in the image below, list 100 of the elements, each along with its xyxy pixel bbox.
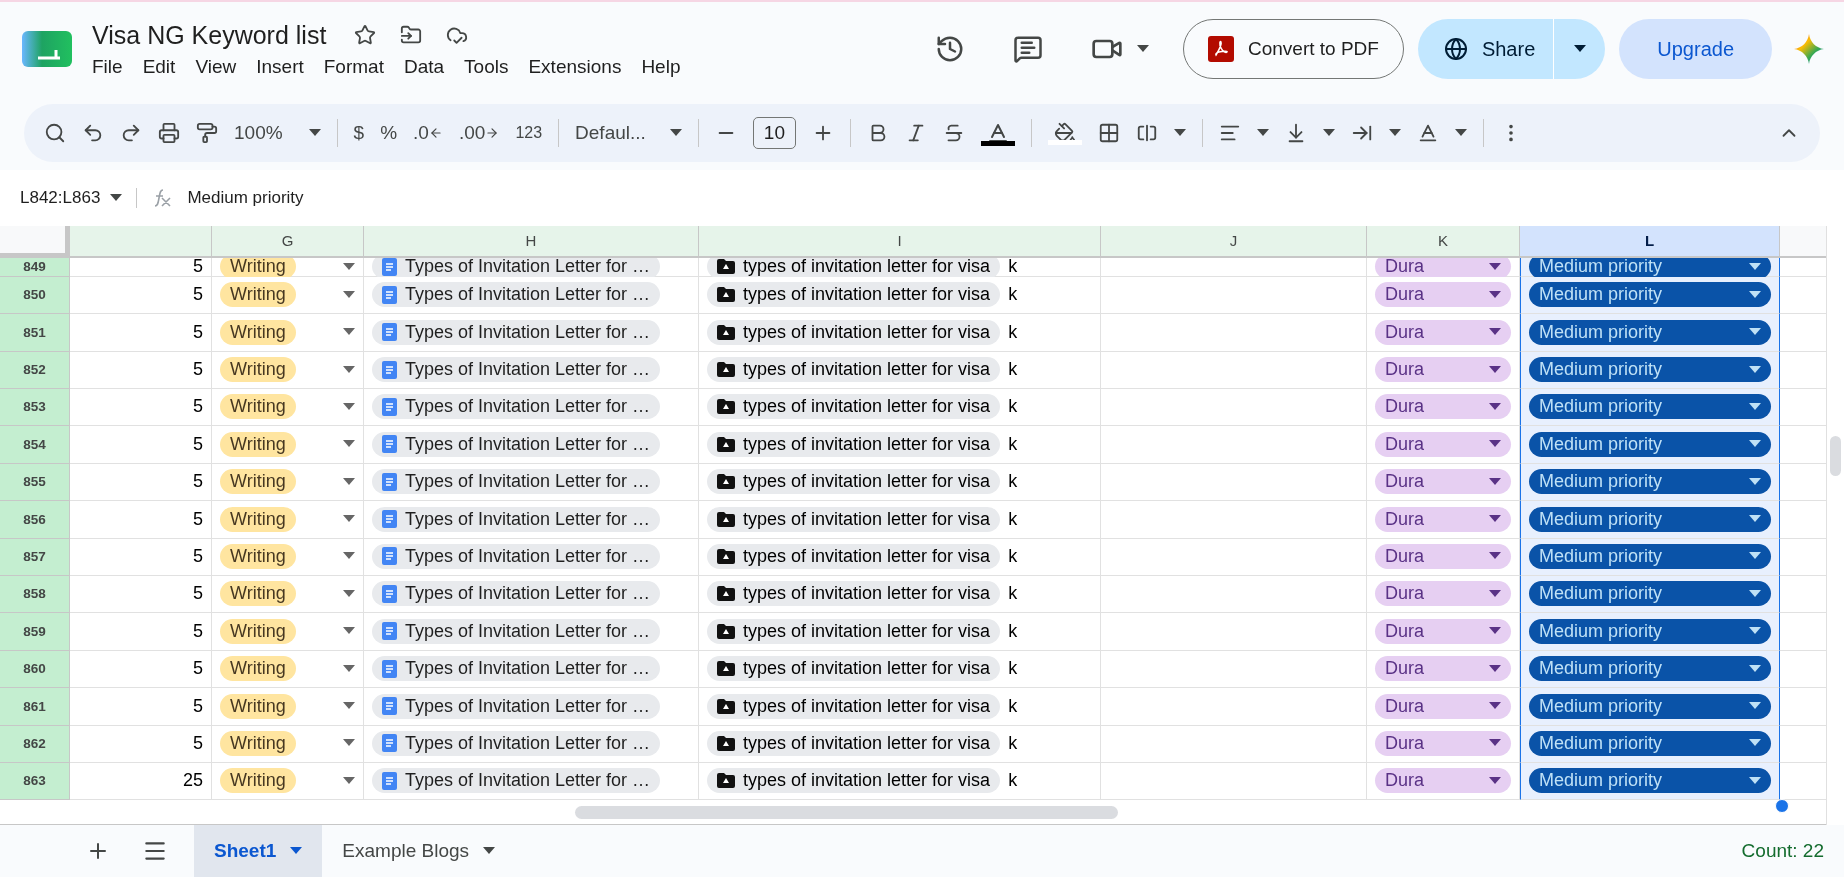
table-cell[interactable]: Dura [1367,426,1520,464]
currency-format[interactable]: $ [353,122,365,144]
menu-item[interactable]: Edit [142,55,176,78]
status-chip[interactable]: Writing [220,394,296,420]
file-chip[interactable]: types of invitation letter for visa [707,319,1001,345]
row-number[interactable]: 858 [0,576,70,614]
table-cell[interactable]: 5 [70,351,212,390]
file-chip[interactable]: types of invitation letter for visa [707,431,1001,457]
file-chip[interactable]: Types of Invitation Letter for … [372,581,661,607]
tag-chip[interactable]: Dura [1375,693,1511,719]
table-cell[interactable]: Writing [212,725,364,763]
table-cell[interactable]: 5 [70,688,212,726]
fill-color-icon[interactable] [1048,121,1082,145]
file-chip[interactable]: Types of Invitation Letter for … [372,618,661,644]
table-cell[interactable]: Dura [1367,763,1520,801]
priority-chip[interactable]: Medium priority [1529,693,1771,719]
status-chip[interactable]: Writing [220,581,296,607]
table-cell[interactable]: Types of Invitation Letter for … [364,426,699,464]
tag-chip[interactable]: Dura [1375,581,1511,607]
table-cell[interactable]: Types of Invitation Letter for … [364,763,699,801]
priority-chip[interactable]: Medium priority [1529,618,1771,644]
row-number[interactable]: 859 [0,613,70,651]
row-number[interactable]: 860 [0,650,70,689]
selected-cell[interactable]: Medium priority [1520,538,1780,577]
tag-chip[interactable]: Dura [1375,282,1511,308]
menu-item[interactable]: Help [641,55,681,78]
selected-cell[interactable]: Medium priority [1520,314,1780,352]
file-chip[interactable]: types of invitation letter for visa [707,618,1001,644]
priority-chip[interactable]: Medium priority [1529,394,1771,420]
table-cell[interactable]: Writing [212,576,364,614]
tag-chip[interactable]: Dura [1375,431,1511,457]
table-cell[interactable]: Writing [212,501,364,539]
row-number[interactable]: 849 [0,258,70,277]
file-chip[interactable]: Types of Invitation Letter for … [372,693,661,719]
row-number[interactable]: 861 [0,688,70,726]
vertical-scrollbar[interactable] [1826,226,1844,825]
paint-format-icon[interactable] [196,122,218,144]
file-chip[interactable]: types of invitation letter for visa [707,730,1001,756]
table-cell[interactable]: types of invitation letter for visa k [699,314,1101,352]
table-cell[interactable]: Writing [212,538,364,577]
status-chip[interactable]: Writing [220,431,296,457]
column-header[interactable] [70,226,212,259]
file-chip[interactable]: types of invitation letter for visa [707,543,1001,569]
selected-cell[interactable]: Medium priority [1520,688,1780,726]
table-cell[interactable]: types of invitation letter for visa k [699,725,1101,763]
sheet-tab[interactable]: Sheet1 [194,825,323,877]
table-cell[interactable]: Writing [212,650,364,689]
table-cell[interactable]: types of invitation letter for visa k [699,389,1101,427]
table-cell[interactable]: 5 [70,501,212,539]
table-cell[interactable]: Writing [212,688,364,726]
priority-chip[interactable]: Medium priority [1529,469,1771,495]
file-chip[interactable]: types of invitation letter for visa [707,394,1001,420]
column-header[interactable]: J [1101,226,1367,259]
table-cell[interactable]: 5 [70,426,212,464]
comment-icon[interactable] [1012,34,1043,64]
menu-item[interactable]: Extensions [528,55,622,78]
table-cell[interactable]: Dura [1367,538,1520,577]
file-chip[interactable]: Types of Invitation Letter for … [372,282,661,308]
table-cell[interactable]: types of invitation letter for visa k [699,276,1101,315]
selected-cell[interactable]: Medium priority [1520,276,1780,315]
table-cell[interactable]: Dura [1367,314,1520,352]
file-chip[interactable]: types of invitation letter for visa [707,282,1001,308]
table-cell[interactable]: 5 [70,725,212,763]
text-rotation-icon[interactable] [1417,122,1439,144]
priority-chip[interactable]: Medium priority [1529,282,1771,308]
borders-icon[interactable] [1098,122,1120,144]
table-cell[interactable]: Dura [1367,613,1520,651]
star-icon[interactable] [354,24,377,46]
table-cell[interactable]: 5 [70,463,212,502]
tag-chip[interactable]: Dura [1375,319,1511,345]
table-cell[interactable]: Writing [212,276,364,315]
tag-chip[interactable]: Dura [1375,656,1511,682]
column-header[interactable]: I [699,226,1101,259]
file-chip[interactable]: types of invitation letter for visa [707,581,1001,607]
tag-chip[interactable]: Dura [1375,768,1511,794]
selected-cell[interactable]: Medium priority [1520,650,1780,689]
menu-item[interactable]: Tools [464,55,509,78]
row-number[interactable]: 863 [0,763,70,801]
selected-cell[interactable]: Medium priority [1520,501,1780,539]
share-dropdown[interactable] [1553,19,1606,79]
table-cell[interactable]: Types of Invitation Letter for … [364,276,699,315]
redo-icon[interactable] [120,122,142,144]
table-cell[interactable]: types of invitation letter for visa k [699,650,1101,689]
priority-chip[interactable]: Medium priority [1529,506,1771,532]
table-cell[interactable]: Dura [1367,650,1520,689]
share-button[interactable]: Share [1417,19,1554,79]
selected-cell[interactable]: Medium priority [1520,576,1780,614]
file-chip[interactable]: Types of Invitation Letter for … [372,656,661,682]
file-chip[interactable]: types of invitation letter for visa [707,693,1001,719]
priority-chip[interactable]: Medium priority [1529,357,1771,382]
priority-chip[interactable]: Medium priority [1529,431,1771,457]
table-cell[interactable]: 5 [70,389,212,427]
selected-cell[interactable]: Medium priority [1520,613,1780,651]
table-cell[interactable]: Types of Invitation Letter for … [364,501,699,539]
column-header[interactable]: G [212,226,364,259]
file-chip[interactable]: types of invitation letter for visa [707,469,1001,495]
sheet-tab[interactable]: Example Blogs [322,825,516,877]
table-cell[interactable]: 5 [70,576,212,614]
merge-cells-icon[interactable] [1136,122,1158,144]
status-chip[interactable]: Writing [220,258,296,277]
